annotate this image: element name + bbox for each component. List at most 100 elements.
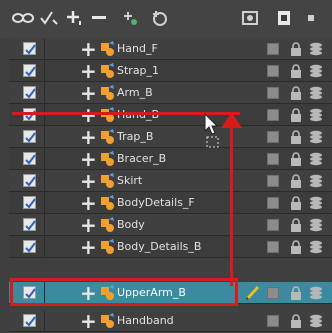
lock-icon[interactable] [290, 108, 302, 122]
layer-row[interactable]: + Body [9, 214, 332, 236]
lock-icon[interactable] [290, 130, 302, 144]
layer-name: Handband [117, 314, 174, 327]
stack-icon[interactable] [309, 130, 323, 144]
enable-checkbox[interactable] [23, 152, 36, 165]
layer-check-cell [9, 236, 45, 258]
layer-row[interactable]: + Body_Details_B [9, 236, 332, 258]
enable-checkbox[interactable] [23, 174, 36, 187]
drawing-node-icon [101, 313, 114, 328]
layer-row[interactable]: + Arm_B [9, 82, 332, 104]
stack-icon[interactable] [309, 174, 323, 188]
layer-check-cell [9, 60, 45, 82]
stack-icon[interactable] [309, 286, 323, 300]
layer-color-swatch[interactable] [267, 109, 279, 121]
move-arrow-head-icon [221, 112, 242, 128]
layer-color-swatch[interactable] [267, 131, 279, 143]
snapshot-icon[interactable] [240, 9, 260, 27]
expand-icon[interactable]: + [80, 311, 100, 331]
enable-checkbox[interactable] [23, 64, 36, 77]
drawing-node-icon [101, 217, 114, 232]
layer-row[interactable]: + Handband [9, 310, 332, 332]
stack-icon[interactable] [309, 86, 323, 100]
expand-icon[interactable]: + [80, 83, 100, 103]
expand-icon[interactable]: + [80, 215, 100, 235]
drawing-node-icon [101, 85, 114, 100]
stack-icon[interactable] [309, 42, 323, 56]
expand-icon[interactable]: + [80, 61, 100, 81]
expand-icon[interactable]: + [80, 39, 100, 59]
selected-layer-highlight [10, 278, 238, 306]
lock-icon[interactable] [290, 86, 302, 100]
layer-color-swatch[interactable] [267, 65, 279, 77]
layer-row[interactable]: + Skirt [9, 170, 332, 192]
lock-icon[interactable] [290, 314, 302, 328]
layer-check-cell [9, 214, 45, 236]
enable-checkbox[interactable] [23, 314, 36, 327]
more-icon[interactable] [304, 9, 318, 27]
layer-name: Bracer_B [117, 152, 167, 165]
enable-checkbox[interactable] [23, 86, 36, 99]
stack-icon[interactable] [309, 152, 323, 166]
add-peg-icon[interactable] [120, 9, 140, 27]
layer-name: Arm_B [117, 86, 153, 99]
expand-icon[interactable]: + [80, 237, 100, 257]
expand-icon[interactable]: + [80, 105, 100, 125]
color-swatch-icon[interactable] [276, 9, 292, 27]
enable-checkbox[interactable] [23, 196, 36, 209]
stack-icon[interactable] [309, 196, 323, 210]
animate-icon[interactable] [38, 9, 60, 27]
lock-icon[interactable] [290, 174, 302, 188]
layer-name: Skirt [117, 174, 143, 187]
lock-icon[interactable] [290, 218, 302, 232]
cursor-icon [204, 113, 219, 148]
lock-icon[interactable] [290, 42, 302, 56]
lock-icon[interactable] [290, 286, 302, 300]
lock-icon[interactable] [290, 64, 302, 78]
layer-color-swatch[interactable] [267, 287, 279, 299]
stack-icon[interactable] [309, 108, 323, 122]
layer-row[interactable]: + Hand_F [9, 38, 332, 60]
layer-row[interactable]: + Bracer_B [9, 148, 332, 170]
expand-icon[interactable]: + [80, 171, 100, 191]
lock-icon[interactable] [290, 152, 302, 166]
show-all-icon[interactable] [10, 9, 36, 27]
layer-name: Body [117, 218, 145, 231]
layer-check-cell [9, 82, 45, 104]
stack-icon[interactable] [309, 314, 323, 328]
layer-color-swatch[interactable] [267, 87, 279, 99]
enable-checkbox[interactable] [23, 240, 36, 253]
timeline-layers-panel: + Hand_F + Strap_1 + Arm_B + + Trap_B + … [0, 0, 332, 333]
drawing-node-icon [101, 63, 114, 78]
stack-icon[interactable] [309, 64, 323, 78]
stack-icon[interactable] [309, 240, 323, 254]
add-drawing-icon[interactable] [150, 9, 170, 27]
drawing-node-icon [101, 195, 114, 210]
layer-row[interactable]: + Strap_1 [9, 60, 332, 82]
enable-checkbox[interactable] [23, 218, 36, 231]
layer-color-swatch[interactable] [267, 241, 279, 253]
layer-check-cell [9, 38, 45, 60]
layer-color-swatch[interactable] [267, 219, 279, 231]
expand-icon[interactable]: + [80, 127, 100, 147]
lock-icon[interactable] [290, 240, 302, 254]
drawing-node-icon [101, 129, 114, 144]
expand-icon[interactable]: + [80, 193, 100, 213]
layer-color-swatch[interactable] [267, 197, 279, 209]
add-layer-icon[interactable] [64, 9, 84, 27]
layer-color-swatch[interactable] [267, 315, 279, 327]
layer-name: BodyDetails_F [117, 196, 195, 209]
lock-icon[interactable] [290, 196, 302, 210]
layer-color-swatch[interactable] [267, 175, 279, 187]
expand-icon[interactable]: + [80, 149, 100, 169]
remove-layer-icon[interactable] [90, 9, 108, 27]
layer-check-cell [9, 310, 45, 332]
enable-checkbox[interactable] [23, 130, 36, 143]
layer-row[interactable]: + Trap_B [9, 126, 332, 148]
stack-icon[interactable] [309, 218, 323, 232]
layer-row[interactable]: + BodyDetails_F [9, 192, 332, 214]
enable-checkbox[interactable] [23, 42, 36, 55]
layer-color-swatch[interactable] [267, 153, 279, 165]
layer-color-swatch[interactable] [267, 43, 279, 55]
pencil-icon [246, 286, 259, 300]
layer-row[interactable]: + Hand_B [9, 104, 332, 126]
